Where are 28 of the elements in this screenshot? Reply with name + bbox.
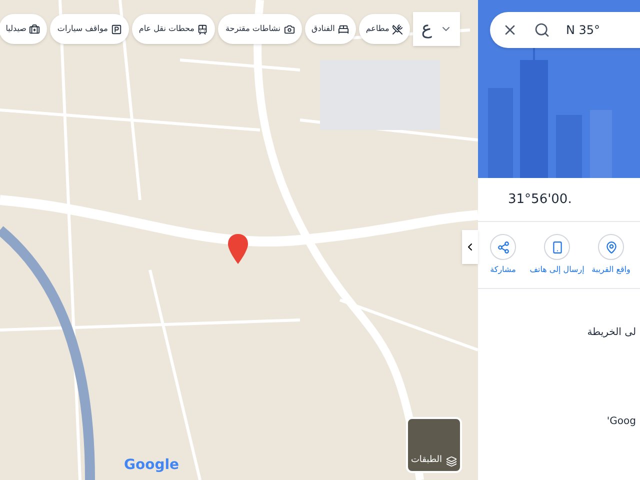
note-text: لى الخريطة xyxy=(587,326,636,340)
phone-icon xyxy=(550,240,564,254)
action-button[interactable]: مشاركة xyxy=(478,234,528,276)
category-chip[interactable]: محطات نقل عام xyxy=(132,14,216,44)
share-icon xyxy=(496,240,510,254)
footer-text: 'Goog xyxy=(606,415,636,429)
camera-icon xyxy=(284,24,295,34)
parking-icon xyxy=(110,24,122,34)
coordinates-text: 31°56'00. xyxy=(508,190,572,209)
action-button[interactable]: واقع القريبة xyxy=(586,234,636,276)
bed-icon xyxy=(338,24,349,34)
action-button[interactable]: إرسال إلى هاتف xyxy=(532,234,582,276)
input-tools-button[interactable]: ع xyxy=(413,12,460,46)
tram-icon xyxy=(197,24,208,34)
pin-icon xyxy=(604,240,618,254)
search-field[interactable]: N 35° xyxy=(490,12,640,48)
input-tools-label: ع xyxy=(421,17,432,41)
search-icon xyxy=(534,22,550,38)
location-pin-icon xyxy=(228,234,248,264)
medical-kit-icon xyxy=(29,24,40,34)
layers-button[interactable]: الطبقات xyxy=(406,417,462,473)
search-value: N 35° xyxy=(566,22,600,39)
cutlery-icon xyxy=(392,24,404,34)
category-chip[interactable]: مواقف سيارات xyxy=(50,14,129,44)
collapse-panel-button[interactable] xyxy=(462,230,478,264)
category-chip[interactable]: نشاطات مقترحة xyxy=(218,14,302,44)
google-logo: Google xyxy=(124,456,180,475)
layers-icon xyxy=(446,456,458,467)
